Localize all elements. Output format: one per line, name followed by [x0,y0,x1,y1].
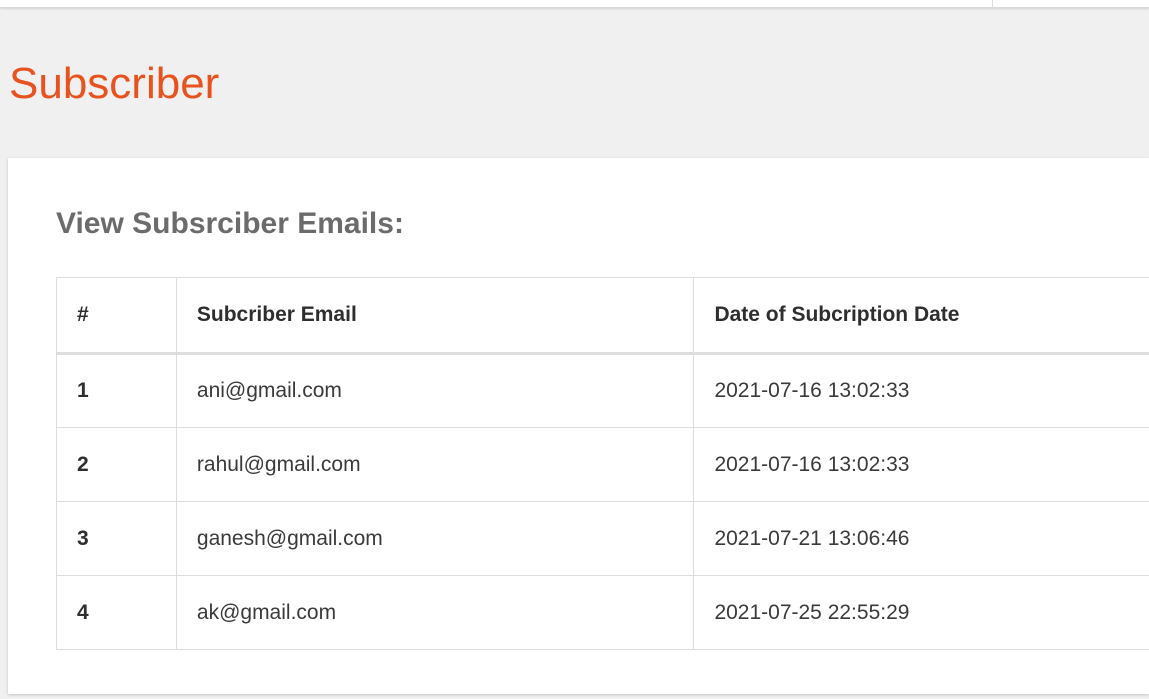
navbar-divider [992,0,993,8]
top-navbar [0,0,1149,8]
column-header-date: Date of Subcription Date [693,277,1149,355]
subscriber-table: # Subcriber Email Date of Subcription Da… [56,277,1149,650]
table-header-row: # Subcriber Email Date of Subcription Da… [56,277,1149,355]
row-email: ani@gmail.com [175,353,695,428]
row-date: 2021-07-16 13:02:33 [693,353,1149,428]
row-date: 2021-07-25 22:55:29 [693,575,1149,650]
row-index: 2 [56,427,177,502]
row-date: 2021-07-21 13:06:46 [693,501,1149,576]
row-email: ak@gmail.com [175,575,695,650]
page-title: Subscriber [9,59,220,108]
table-row: 1 ani@gmail.com 2021-07-16 13:02:33 [56,353,1149,428]
row-email: ganesh@gmail.com [175,501,695,576]
table-row: 2 rahul@gmail.com 2021-07-16 13:02:33 [56,427,1149,502]
subscriber-panel: View Subsrciber Emails: # Subcriber Emai… [8,158,1149,694]
column-header-email: Subcriber Email [175,277,695,355]
table-row: 4 ak@gmail.com 2021-07-25 22:55:29 [56,575,1149,650]
row-email: rahul@gmail.com [175,427,695,502]
panel-heading: View Subsrciber Emails: [56,207,404,240]
row-date: 2021-07-16 13:02:33 [693,427,1149,502]
row-index: 4 [56,575,177,650]
row-index: 3 [56,501,177,576]
table-row: 3 ganesh@gmail.com 2021-07-21 13:06:46 [56,501,1149,576]
row-index: 1 [56,353,177,428]
column-header-index: # [56,277,177,355]
